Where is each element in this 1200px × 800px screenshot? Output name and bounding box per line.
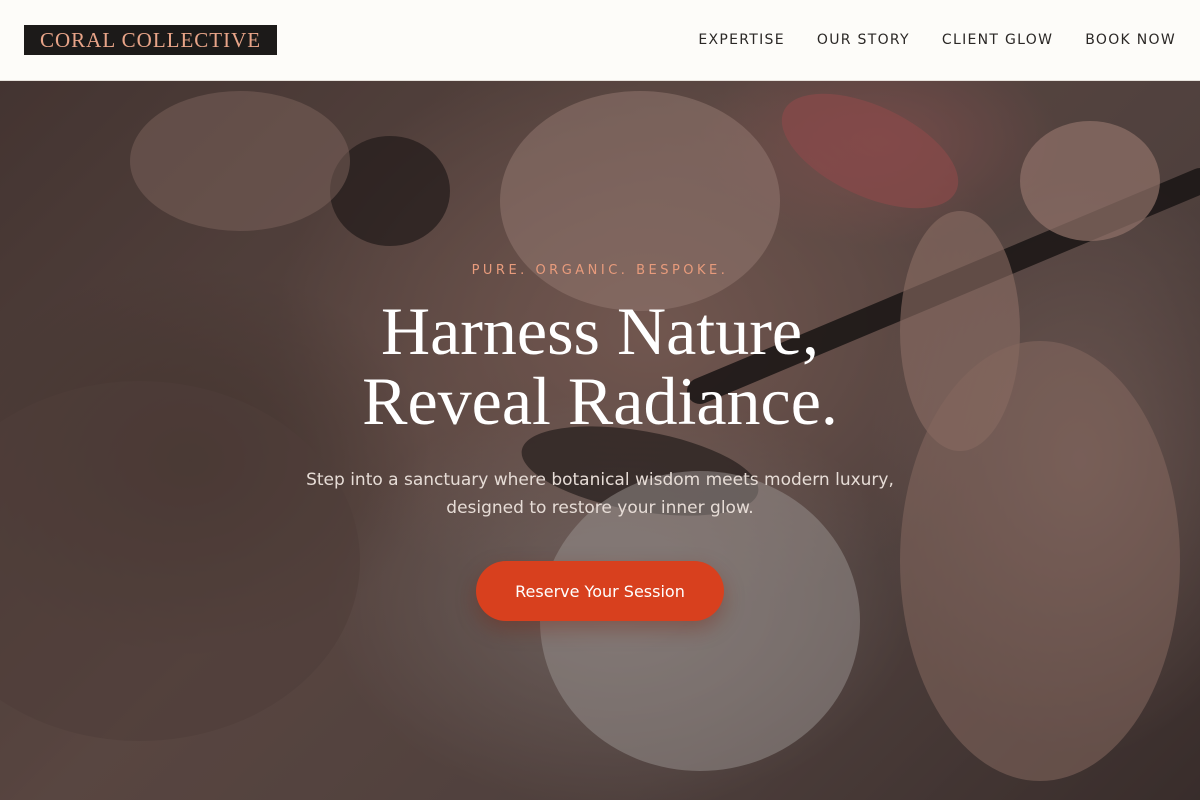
hero-section: PURE. ORGANIC. BESPOKE. Harness Nature, … <box>0 81 1200 800</box>
hero-content: PURE. ORGANIC. BESPOKE. Harness Nature, … <box>0 81 1200 800</box>
main-nav: EXPERTISE OUR STORY CLIENT GLOW BOOK NOW <box>698 32 1176 48</box>
reserve-session-button[interactable]: Reserve Your Session <box>476 561 724 621</box>
hero-eyebrow: PURE. ORGANIC. BESPOKE. <box>471 263 729 278</box>
nav-link-client-glow[interactable]: CLIENT GLOW <box>942 32 1053 48</box>
nav-link-our-story[interactable]: OUR STORY <box>817 32 910 48</box>
hero-headline-line-2: Reveal Radiance. <box>362 363 838 439</box>
nav-link-expertise[interactable]: EXPERTISE <box>698 32 785 48</box>
hero-headline: Harness Nature, Reveal Radiance. <box>0 296 1200 436</box>
nav-link-book-now[interactable]: BOOK NOW <box>1085 32 1176 48</box>
site-header: CORAL COLLECTIVE EXPERTISE OUR STORY CLI… <box>0 0 1200 81</box>
hero-headline-line-1: Harness Nature, <box>380 293 820 369</box>
brand-logo[interactable]: CORAL COLLECTIVE <box>24 25 278 55</box>
hero-subtext: Step into a sanctuary where botanical wi… <box>306 470 894 518</box>
